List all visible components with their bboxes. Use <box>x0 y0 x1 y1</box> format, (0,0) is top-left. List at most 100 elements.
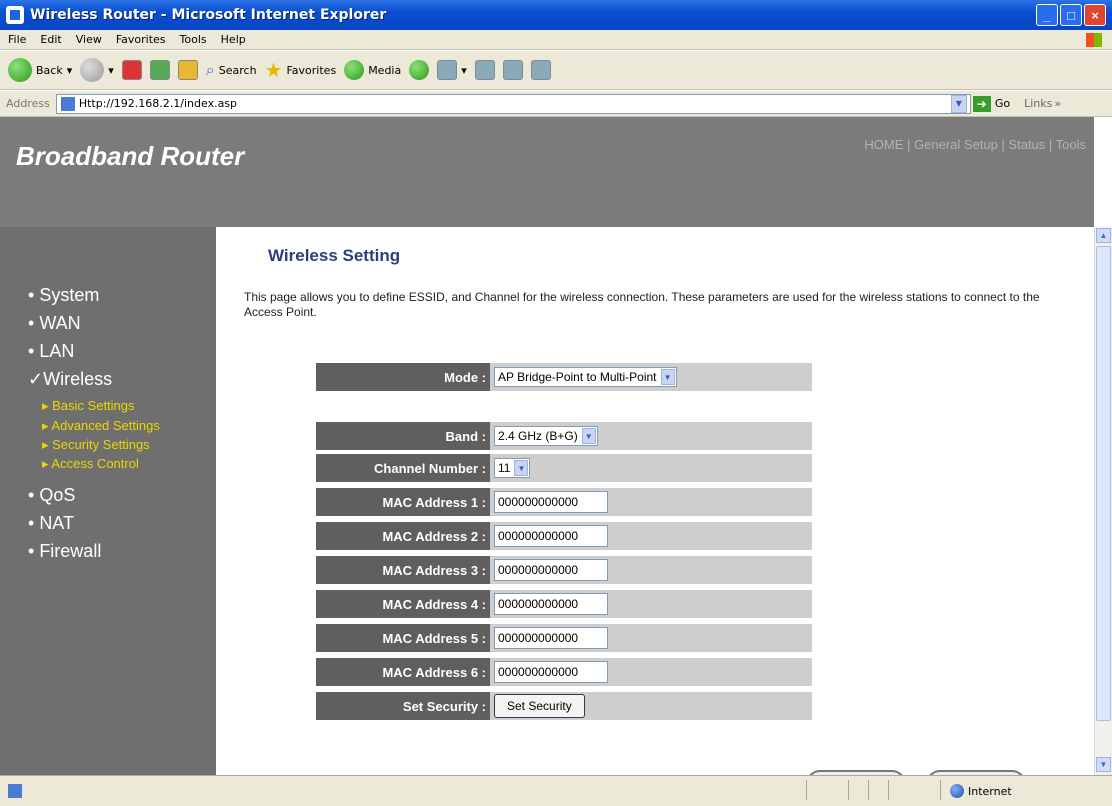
search-button[interactable]: ⌕ Search <box>206 60 257 80</box>
mac-row-4: MAC Address 4 : 000000000000 <box>316 590 812 618</box>
scroll-thumb[interactable] <box>1096 246 1111 721</box>
mac-address-2-input[interactable]: 000000000000 <box>494 525 608 547</box>
window-titlebar: Wireless Router - Microsoft Internet Exp… <box>0 0 1112 30</box>
forward-arrow-icon <box>80 58 105 82</box>
url-text: Http://192.168.2.1/index.asp <box>78 97 238 110</box>
address-label: Address <box>6 97 50 110</box>
menu-edit[interactable]: Edit <box>40 33 61 46</box>
sidebar-sub-basic-settings[interactable]: ▸ Basic Settings <box>42 398 135 414</box>
sidebar-sub-access-control[interactable]: ▸ Access Control <box>42 456 139 472</box>
mac-row-3: MAC Address 3 : 000000000000 <box>316 556 812 584</box>
sidebar-item-wireless[interactable]: ✓Wireless <box>28 369 112 390</box>
sidebar-sub-security-settings[interactable]: ▸ Security Settings <box>42 437 150 453</box>
go-arrow-icon[interactable]: ➔ <box>972 95 991 112</box>
history-button[interactable] <box>409 60 430 80</box>
browser-toolbar: Back ▾ ▾ ⌕ Search ★ Favorites Media ▾ <box>0 51 1112 90</box>
sidebar-item-qos[interactable]: • QoS <box>28 485 75 506</box>
sidebar-item-wan[interactable]: • WAN <box>28 313 81 334</box>
media-button[interactable]: Media <box>344 60 401 80</box>
band-select[interactable]: 2.4 GHz (B+G) ▼ <box>494 426 598 446</box>
mac-label-6: MAC Address 6 : <box>316 658 490 686</box>
refresh-button[interactable] <box>149 60 170 80</box>
mac-address-3-input[interactable]: 000000000000 <box>494 559 608 581</box>
back-arrow-icon <box>8 58 32 82</box>
mac-row-2: MAC Address 2 : 000000000000 <box>316 522 812 550</box>
mode-row: Mode : AP Bridge-Point to Multi-Point ▼ <box>316 363 812 391</box>
media-icon <box>344 60 365 80</box>
edit-button[interactable] <box>502 60 523 80</box>
top-nav[interactable]: HOME | General Setup | Status | Tools <box>864 137 1086 152</box>
mac-address-4-input[interactable]: 000000000000 <box>494 593 608 615</box>
menu-bar: File Edit View Favorites Tools Help <box>0 30 1112 50</box>
set-security-button[interactable]: Set Security <box>494 694 585 718</box>
mac-row-6: MAC Address 6 : 000000000000 <box>316 658 812 686</box>
history-icon <box>409 60 430 80</box>
mac-label-4: MAC Address 4 : <box>316 590 490 618</box>
brand-title: Broadband Router <box>16 141 245 171</box>
minimize-button[interactable]: _ <box>1036 4 1058 26</box>
star-icon: ★ <box>264 58 283 82</box>
vertical-scrollbar[interactable]: ▲ ▼ <box>1094 227 1112 775</box>
address-input[interactable]: Http://192.168.2.1/index.asp <box>55 93 971 114</box>
address-bar: Address Http://192.168.2.1/index.asp ▼ ➔… <box>0 91 1112 117</box>
mac-label-2: MAC Address 2 : <box>316 522 490 550</box>
sidebar-item-system[interactable]: • System <box>28 285 99 306</box>
chevron-down-icon: ▼ <box>660 369 675 385</box>
band-label: Band : <box>316 422 490 450</box>
page-icon <box>60 96 75 111</box>
messenger-button[interactable] <box>530 60 551 80</box>
back-button[interactable]: Back ▾ <box>8 58 72 82</box>
home-button[interactable] <box>177 60 198 80</box>
chevron-down-icon: ▼ <box>581 428 596 444</box>
favorites-button[interactable]: ★ Favorites <box>265 58 337 82</box>
sidebar-item-lan[interactable]: • LAN <box>28 341 74 362</box>
menu-view[interactable]: View <box>76 33 102 46</box>
menu-file[interactable]: File <box>8 33 26 46</box>
mac-address-1-input[interactable]: 000000000000 <box>494 491 608 513</box>
check-icon: ✓ <box>28 369 44 389</box>
mac-row-5: MAC Address 5 : 000000000000 <box>316 624 812 652</box>
mac-row-1: MAC Address 1 : 000000000000 <box>316 488 812 516</box>
scroll-up-icon[interactable]: ▲ <box>1096 228 1111 243</box>
page-description: This page allows you to define ESSID, an… <box>244 290 1040 319</box>
mac-label-3: MAC Address 3 : <box>316 556 490 584</box>
mac-label-5: MAC Address 5 : <box>316 624 490 652</box>
band-row: Band : 2.4 GHz (B+G) ▼ <box>316 422 812 450</box>
stop-icon <box>121 60 142 80</box>
sidebar-sub-advanced-settings[interactable]: ▸ Advanced Settings <box>42 418 160 434</box>
ie-logo-icon <box>6 6 24 24</box>
stop-button[interactable] <box>121 60 142 80</box>
links-button[interactable]: Links <box>1024 97 1052 110</box>
sidebar-item-nat[interactable]: • NAT <box>28 513 74 534</box>
router-header: Broadband Router HOME | General Setup | … <box>0 117 1094 227</box>
security-row: Set Security : Set Security <box>316 692 812 720</box>
menu-tools[interactable]: Tools <box>180 33 207 46</box>
edit-icon <box>502 60 523 80</box>
home-icon <box>177 60 198 80</box>
menu-favorites[interactable]: Favorites <box>116 33 166 46</box>
search-icon: ⌕ <box>205 60 215 79</box>
close-button[interactable]: × <box>1084 4 1106 26</box>
mode-select[interactable]: AP Bridge-Point to Multi-Point ▼ <box>494 367 677 387</box>
page-status-icon <box>8 784 22 798</box>
go-button[interactable]: Go <box>995 97 1010 110</box>
address-dropdown-icon[interactable]: ▼ <box>950 94 967 113</box>
security-label: Set Security : <box>316 692 490 720</box>
chevron-down-icon: ▼ <box>514 460 529 476</box>
window-title: Wireless Router - Microsoft Internet Exp… <box>30 7 387 23</box>
menu-help[interactable]: Help <box>221 33 246 46</box>
mac-address-6-input[interactable]: 000000000000 <box>494 661 608 683</box>
messenger-icon <box>530 60 551 80</box>
print-button[interactable] <box>474 60 495 80</box>
mode-label: Mode : <box>316 363 490 391</box>
mail-button[interactable]: ▾ <box>437 60 467 80</box>
channel-select[interactable]: 11 ▼ <box>494 458 531 478</box>
print-icon <box>474 60 495 80</box>
forward-button[interactable]: ▾ <box>80 58 114 82</box>
security-zone: Internet <box>968 785 1012 798</box>
mac-address-5-input[interactable]: 000000000000 <box>494 627 608 649</box>
maximize-button[interactable]: □ <box>1060 4 1082 26</box>
globe-icon <box>950 784 964 798</box>
sidebar-item-firewall[interactable]: • Firewall <box>28 541 101 562</box>
scroll-down-icon[interactable]: ▼ <box>1096 757 1111 772</box>
